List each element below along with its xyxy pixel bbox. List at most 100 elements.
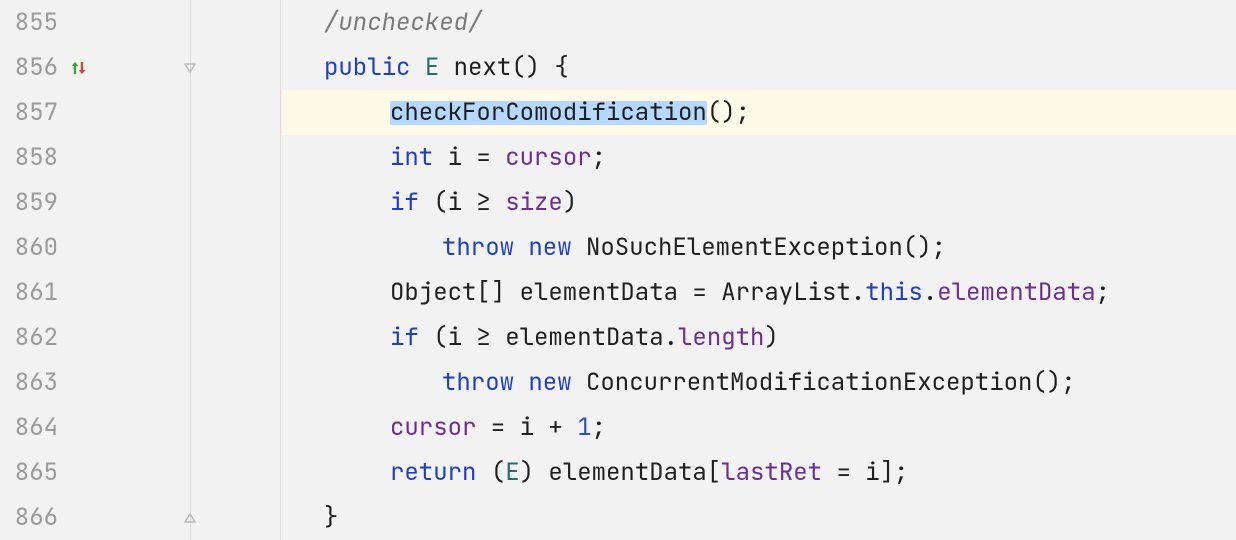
fold-column [94, 0, 194, 540]
fold-cell [94, 405, 194, 450]
fold-cell [94, 360, 194, 405]
code-token: if [390, 326, 433, 350]
code-token: return [390, 461, 491, 485]
indent-cell [194, 495, 282, 540]
code-line[interactable]: return (E) elementData[lastRet = i]; [282, 450, 1236, 495]
step-in-out-icon [69, 58, 89, 78]
gutter-marker-cell [64, 45, 94, 90]
line-number: 855 [0, 0, 64, 45]
code-token: ( [491, 461, 505, 485]
code-token: cursor [390, 416, 476, 440]
code-line[interactable]: checkForComodification(); [282, 90, 1236, 135]
code-token: . [923, 281, 937, 305]
code-token: checkForComodification [390, 101, 707, 125]
gutter-marker-cell [64, 0, 94, 45]
line-number: 856 [0, 45, 64, 90]
line-number: 860 [0, 225, 64, 270]
code-token: throw new [442, 371, 586, 395]
fold-cell [94, 45, 194, 90]
indent-cell [194, 90, 282, 135]
code-line[interactable]: public E next() { [282, 45, 1236, 90]
code-token: Object[] elementData = ArrayList. [390, 281, 865, 305]
code-line[interactable]: cursor = i + 1; [282, 405, 1236, 450]
code-token: cursor [505, 146, 591, 170]
code-token: ; [1096, 281, 1110, 305]
code-token: /unchecked/ [324, 11, 482, 35]
code-token: E [505, 461, 519, 485]
code-token: E [425, 56, 439, 80]
fold-cell [94, 135, 194, 180]
code-token: NoSuchElementException(); [586, 236, 946, 260]
code-token: (i ≥ [433, 191, 505, 215]
fold-cell [94, 315, 194, 360]
line-number: 865 [0, 450, 64, 495]
code-token: = i + [476, 416, 577, 440]
gutter-marker-cell [64, 405, 94, 450]
code-line[interactable]: throw new ConcurrentModificationExceptio… [282, 360, 1236, 405]
fold-cell [94, 495, 194, 540]
gutter-marker-cell [64, 90, 94, 135]
gutter-marker-cell [64, 360, 94, 405]
fold-cell [94, 90, 194, 135]
gutter-marker-cell [64, 450, 94, 495]
code-token: public [324, 56, 425, 80]
code-token: (); [707, 101, 750, 125]
code-token: } [324, 506, 338, 530]
fold-cell [94, 450, 194, 495]
fold-cell [94, 270, 194, 315]
code-token: throw new [442, 236, 586, 260]
line-number: 863 [0, 360, 64, 405]
gutter-marker-column [64, 0, 94, 540]
code-token: ) [764, 326, 778, 350]
code-token: 1 [577, 416, 591, 440]
line-number-column: 855856857858859860861862863864865866 [0, 0, 64, 540]
indent-cell [194, 135, 282, 180]
code-column[interactable]: /unchecked/public E next() {checkForComo… [282, 0, 1236, 540]
fold-cell [94, 0, 194, 45]
indent-cell [194, 180, 282, 225]
code-line[interactable]: int i = cursor; [282, 135, 1236, 180]
indent-cell [194, 360, 282, 405]
code-token: next() { [439, 56, 569, 80]
code-token: ; [592, 416, 606, 440]
line-number: 857 [0, 90, 64, 135]
code-line[interactable]: /unchecked/ [282, 0, 1236, 45]
line-number: 866 [0, 495, 64, 540]
code-token: int [390, 146, 448, 170]
code-token: lastRet [721, 461, 822, 485]
line-number: 858 [0, 135, 64, 180]
fold-cell [94, 225, 194, 270]
code-token: ; [592, 146, 606, 170]
code-editor[interactable]: 855856857858859860861862863864865866 /un… [0, 0, 1236, 540]
code-line[interactable]: } [282, 495, 1236, 540]
code-line[interactable]: Object[] elementData = ArrayList.this.el… [282, 270, 1236, 315]
code-token: size [505, 191, 563, 215]
gutter-marker-cell [64, 315, 94, 360]
indent-cell [194, 225, 282, 270]
indent-guide-line [280, 0, 281, 540]
line-number: 862 [0, 315, 64, 360]
gutter-marker-cell [64, 225, 94, 270]
code-line[interactable]: if (i ≥ size) [282, 180, 1236, 225]
indent-cell [194, 270, 282, 315]
indent-cell [194, 315, 282, 360]
line-number: 859 [0, 180, 64, 225]
gutter-marker-cell [64, 495, 94, 540]
indent-guide-column [194, 0, 282, 540]
fold-cell [94, 180, 194, 225]
gutter: 855856857858859860861862863864865866 [0, 0, 282, 540]
code-token: ) elementData[ [520, 461, 722, 485]
indent-cell [194, 45, 282, 90]
line-number: 861 [0, 270, 64, 315]
code-token: elementData [937, 281, 1095, 305]
code-token: (i ≥ elementData. [433, 326, 678, 350]
code-line[interactable]: throw new NoSuchElementException(); [282, 225, 1236, 270]
code-token: ConcurrentModificationException(); [586, 371, 1076, 395]
code-token: ) [563, 191, 577, 215]
code-token: if [390, 191, 433, 215]
code-line[interactable]: if (i ≥ elementData.length) [282, 315, 1236, 360]
indent-cell [194, 405, 282, 450]
code-token: length [678, 326, 764, 350]
code-token: this [865, 281, 923, 305]
gutter-marker-cell [64, 135, 94, 180]
